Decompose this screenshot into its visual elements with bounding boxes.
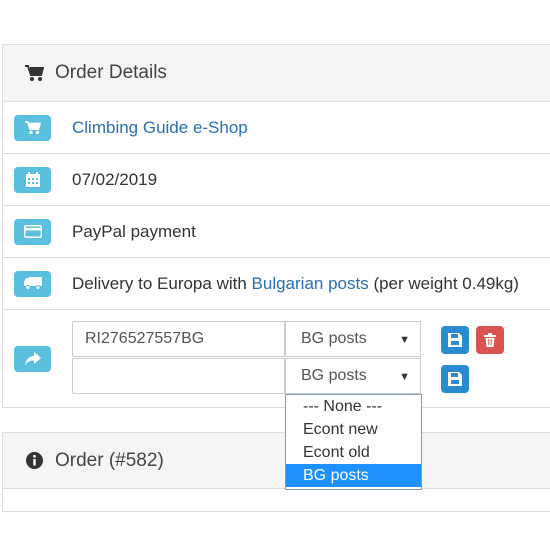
order-date: 07/02/2019: [72, 169, 158, 189]
carrier-select-2[interactable]: BG posts ▼: [285, 358, 421, 394]
info-circle-icon: [23, 450, 45, 472]
caret-down-icon: ▼: [399, 334, 410, 346]
store-row: Climbing Guide e-Shop: [3, 102, 550, 154]
calendar-icon: [25, 172, 40, 187]
shipping-suffix: (per weight 0.49kg): [368, 273, 519, 293]
order-details-panel: Order Details Climbing Guide e-Shop 07/0…: [2, 44, 550, 408]
credit-card-icon: [23, 225, 42, 238]
payment-row: PayPal payment: [3, 206, 550, 258]
carrier-select-2-value: BG posts: [301, 367, 367, 384]
carrier-select-1[interactable]: BG posts ▼: [285, 321, 421, 357]
save-tracking-2-button[interactable]: [441, 365, 469, 393]
shipping-info: Delivery to Europa with Bulgarian posts …: [72, 274, 519, 294]
tracking-button[interactable]: [14, 346, 51, 372]
shopping-cart-icon: [23, 62, 45, 84]
store-button[interactable]: [14, 114, 51, 141]
shipping-button[interactable]: [14, 270, 51, 297]
date-row: 07/02/2019: [3, 154, 550, 206]
carrier-option-bg-posts[interactable]: BG posts: [286, 464, 421, 487]
carrier-option-none[interactable]: --- None ---: [286, 395, 421, 418]
save-tracking-1-button[interactable]: [441, 326, 469, 354]
tracking-number-input-1[interactable]: [72, 321, 285, 357]
shipping-row: Delivery to Europa with Bulgarian posts …: [3, 258, 550, 310]
caret-down-icon: ▼: [399, 371, 410, 383]
order-details-heading: Order Details: [3, 45, 550, 102]
carrier-dropdown-list[interactable]: --- None --- Econt new Econt old BG post…: [285, 394, 422, 490]
carrier-option-econt-old[interactable]: Econt old: [286, 441, 421, 464]
floppy-disk-icon: [448, 333, 462, 347]
order-title: Order (#582): [55, 449, 164, 471]
carrier-link[interactable]: Bulgarian posts: [252, 274, 369, 293]
payment-button[interactable]: [14, 218, 51, 245]
carrier-option-econt-new[interactable]: Econt new: [286, 418, 421, 441]
truck-icon: [23, 277, 42, 290]
tracking-number-input-2[interactable]: [72, 358, 285, 394]
order-details-title: Order Details: [55, 62, 167, 83]
carrier-select-1-value: BG posts: [301, 330, 367, 347]
order-heading: Order (#582): [3, 433, 550, 489]
tracking-row: BG posts ▼ BG posts ▼: [3, 310, 550, 408]
trash-icon: [484, 333, 496, 347]
floppy-disk-icon: [448, 372, 462, 386]
shopping-cart-icon: [24, 120, 41, 134]
share-arrow-icon: [24, 352, 41, 366]
shipping-prefix: Delivery to Europa with: [72, 273, 252, 293]
payment-method: PayPal payment: [72, 221, 196, 241]
date-button[interactable]: [14, 166, 51, 193]
store-link[interactable]: Climbing Guide e-Shop: [72, 118, 248, 138]
order-panel: Order (#582): [2, 432, 550, 512]
delete-tracking-1-button[interactable]: [476, 326, 504, 354]
